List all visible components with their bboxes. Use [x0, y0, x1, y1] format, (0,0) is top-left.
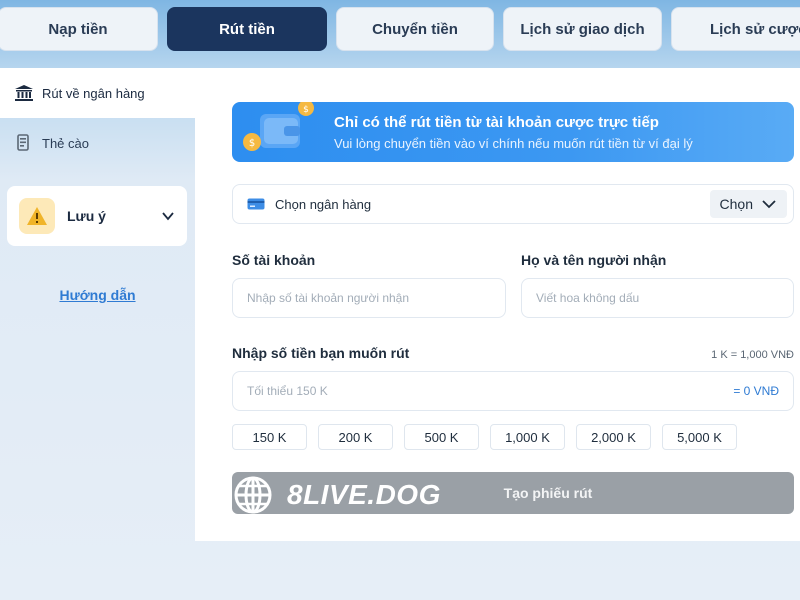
banner-subtitle: Vui lòng chuyển tiền vào ví chính nếu mu… [334, 136, 693, 151]
tab-transfer[interactable]: Chuyển tiền [336, 7, 494, 51]
card-icon [14, 134, 34, 152]
account-number-label: Số tài khoản [232, 252, 316, 268]
preset-2000k-button[interactable]: 2,000 K [576, 424, 651, 450]
amount-input[interactable] [247, 384, 734, 398]
svg-text:$: $ [249, 138, 255, 149]
sidebar-item-label: Thẻ cào [42, 135, 89, 151]
globe-icon [234, 476, 272, 514]
exchange-rate-text: 1 K = 1,000 VNĐ [711, 349, 794, 361]
amount-equivalent: = 0 VNĐ [733, 384, 779, 398]
preset-1000k-button[interactable]: 1,000 K [490, 424, 565, 450]
bank-card-icon [247, 198, 265, 210]
account-number-input[interactable] [232, 278, 506, 318]
watermark-text: 8LIVE.DOG [287, 479, 441, 510]
bank-icon [14, 84, 34, 102]
withdraw-form-panel: $ $ Chỉ có thể rút tiền từ tài khoản cượ… [195, 68, 800, 541]
svg-text:$: $ [303, 105, 309, 115]
tab-bet-history[interactable]: Lịch sử cược [671, 7, 800, 51]
recipient-name-label: Họ và tên người nhận [521, 252, 667, 268]
watermark: 8LIVE.DOG [233, 474, 441, 516]
tab-deposit[interactable]: Nạp tiền [0, 7, 158, 51]
bank-select[interactable]: Chọn ngân hàng Chọn [232, 184, 794, 224]
tab-transaction-history[interactable]: Lịch sử giao dịch [503, 7, 662, 51]
sidebar-item-scratch-card[interactable]: Thẻ cào [0, 118, 195, 168]
bank-select-label: Chọn ngân hàng [275, 196, 372, 212]
wallet-coin-illustration: $ $ [243, 102, 314, 151]
note-dropdown[interactable]: Lưu ý [7, 186, 187, 246]
choose-bank-label: Chọn [719, 196, 753, 212]
preset-500k-button[interactable]: 500 K [404, 424, 479, 450]
banner-title: Chỉ có thể rút tiền từ tài khoản cược tr… [334, 114, 659, 131]
sidebar-item-label: Rút về ngân hàng [42, 85, 145, 101]
sidebar-item-bank-withdraw[interactable]: Rút về ngân hàng [0, 68, 195, 118]
guide-link[interactable]: Hướng dẫn [0, 287, 195, 303]
chevron-down-icon [762, 200, 776, 209]
chevron-down-icon [162, 212, 174, 221]
amount-field: = 0 VNĐ [232, 371, 794, 411]
info-banner: $ $ Chỉ có thể rút tiền từ tài khoản cượ… [232, 102, 794, 162]
submit-label: Tạo phiếu rút [503, 485, 593, 501]
warning-icon [19, 198, 55, 234]
amount-label: Nhập số tiền bạn muốn rút [232, 345, 410, 361]
recipient-name-input[interactable] [521, 278, 794, 318]
preset-5000k-button[interactable]: 5,000 K [662, 424, 737, 450]
tab-withdraw[interactable]: Rút tiền [167, 7, 327, 51]
preset-150k-button[interactable]: 150 K [232, 424, 307, 450]
sidebar: Rút về ngân hàng Thẻ cào Lưu ý Hướng dẫn [0, 68, 195, 548]
note-label: Lưu ý [67, 208, 106, 224]
top-tab-bar: Nạp tiền Rút tiền Chuyển tiền Lịch sử gi… [0, 7, 800, 53]
choose-bank-button[interactable]: Chọn [709, 190, 787, 218]
preset-200k-button[interactable]: 200 K [318, 424, 393, 450]
